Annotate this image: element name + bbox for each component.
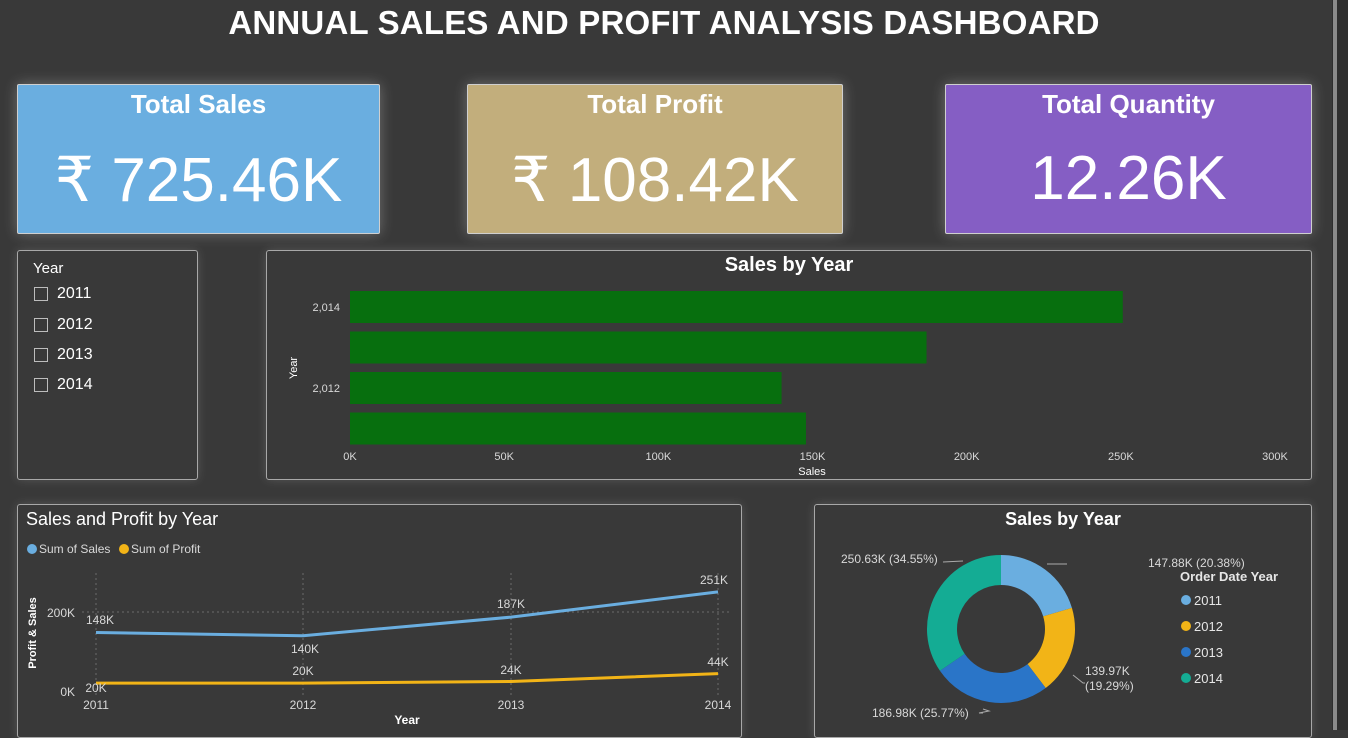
slicer-item-2013[interactable]: 2013 — [34, 345, 93, 365]
leader-line — [978, 708, 991, 714]
slice-label: (19.29%) — [1085, 679, 1134, 693]
sales-profit-line-panel: Sales and Profit by Year Sum of Sales Sum… — [17, 504, 742, 738]
line-profit — [96, 672, 719, 685]
legend-label: 2014 — [1194, 671, 1223, 686]
data-label: 148K — [86, 613, 114, 627]
x-tick-label: 150K — [800, 451, 826, 463]
legend-label: Sum of Profit — [131, 542, 201, 556]
x-tick-label: 50K — [494, 451, 514, 463]
slice-label: 250.63K (34.55%) — [841, 552, 938, 566]
x-tick-label: 2012 — [290, 698, 317, 712]
slicer-item-2011[interactable]: 2011 — [34, 284, 91, 304]
slicer-item-label: 2012 — [57, 316, 93, 333]
line-sales — [95, 590, 719, 638]
data-label: 20K — [85, 681, 106, 695]
x-tick-label: 2014 — [705, 698, 732, 712]
data-label: 187K — [497, 597, 525, 611]
checkbox[interactable] — [34, 348, 48, 362]
card-label: Total Quantity — [1042, 89, 1215, 119]
donut-slice-2013 — [939, 653, 1046, 703]
data-label: 251K — [700, 573, 728, 587]
legend-marker — [1181, 647, 1191, 657]
dashboard-title: ANNUAL SALES AND PROFIT ANALYSIS DASHBOA… — [228, 4, 1100, 41]
bar-2013 — [350, 331, 927, 364]
slicer-title: Year — [33, 260, 64, 277]
card-label: Total Profit — [587, 89, 723, 119]
sales-profit-line-chart: Sum of Sales Sum of Profit 0K 200K 148K 140K 1… — [27, 542, 732, 727]
slicer-item-label: 2014 — [57, 376, 93, 393]
bar-2011 — [350, 412, 806, 445]
data-label: 140K — [291, 642, 319, 656]
bar-2014 — [350, 291, 1123, 323]
legend-marker — [1181, 595, 1191, 605]
y-tick-label: 0K — [60, 685, 75, 699]
card-label: Total Sales — [130, 89, 267, 119]
legend-label: 2011 — [1194, 593, 1222, 608]
sales-by-year-donut-panel: Sales by Year 147.88K (20.38%) 139.97K (19… — [814, 504, 1312, 738]
checkbox[interactable] — [34, 287, 48, 301]
donut-slice-2014 — [927, 555, 1001, 671]
x-tick-label: 2011 — [83, 698, 109, 712]
slice-label: 147.88K (20.38%) — [1148, 556, 1245, 570]
year-slicer: Year 2011 2012 2013 2014 — [17, 250, 198, 480]
x-tick-label: 300K — [1262, 451, 1288, 463]
checkbox[interactable] — [34, 318, 48, 332]
y-tick-label: 2,012 — [312, 383, 340, 395]
x-tick-label: 100K — [645, 451, 671, 463]
sales-by-year-bar-panel: Sales by Year 2,014 2,012 0K 50K 100K 150K 200… — [266, 250, 1312, 480]
data-label: 24K — [500, 663, 521, 677]
card-value: 12.26K — [1030, 144, 1227, 213]
legend-title: Order Date Year — [1180, 569, 1278, 584]
y-axis-label: Profit & Sales — [27, 597, 39, 669]
legend-marker — [27, 544, 37, 554]
total-quantity-card: Total Quantity 12.26K — [945, 84, 1312, 234]
checkbox[interactable] — [34, 378, 48, 392]
card-value: ₹ 725.46K — [54, 146, 343, 215]
y-axis-label: Year — [288, 357, 300, 380]
data-label: 20K — [292, 664, 313, 678]
legend-marker — [119, 544, 129, 554]
total-sales-card: Total Sales ₹ 725.46K — [17, 84, 380, 234]
legend-marker — [1181, 673, 1191, 683]
slice-label: 139.97K — [1085, 664, 1130, 678]
data-label: 44K — [707, 655, 728, 669]
y-tick-label: 2,014 — [312, 302, 340, 314]
leader-line — [1072, 674, 1085, 684]
slicer-item-label: 2011 — [57, 285, 92, 302]
leader-line — [942, 560, 964, 563]
x-tick-label: 200K — [954, 451, 980, 463]
slicer-item-label: 2013 — [57, 346, 93, 363]
legend-label: Sum of Sales — [39, 542, 110, 556]
card-value: ₹ 108.42K — [511, 146, 799, 215]
y-tick-label: 200K — [47, 606, 75, 620]
scrollbar-track[interactable] — [1333, 0, 1337, 730]
sales-by-year-donut-chart: 147.88K (20.38%) 139.97K(19.29%) 186.98K (… — [841, 552, 1278, 720]
vertical-scrollbar[interactable] — [1332, 0, 1348, 730]
legend-marker — [1181, 621, 1191, 631]
slicer-item-2014[interactable]: 2014 — [34, 375, 93, 395]
slice-label: 186.98K (25.77%) — [872, 706, 969, 720]
total-profit-card: Total Profit ₹ 108.42K — [467, 84, 843, 234]
x-tick-label: 2013 — [498, 698, 525, 712]
legend-label: 2012 — [1194, 619, 1223, 634]
x-tick-label: 250K — [1108, 451, 1134, 463]
x-tick-label: 0K — [343, 451, 357, 463]
x-axis-label: Sales — [798, 466, 826, 478]
sales-by-year-bar-chart: 2,014 2,012 0K 50K 100K 150K 200K 250K 300K Sales… — [288, 291, 1289, 478]
x-axis-label: Year — [394, 713, 420, 727]
legend-label: 2013 — [1194, 645, 1223, 660]
slicer-item-2012[interactable]: 2012 — [34, 315, 93, 335]
bar-2012 — [350, 372, 782, 404]
